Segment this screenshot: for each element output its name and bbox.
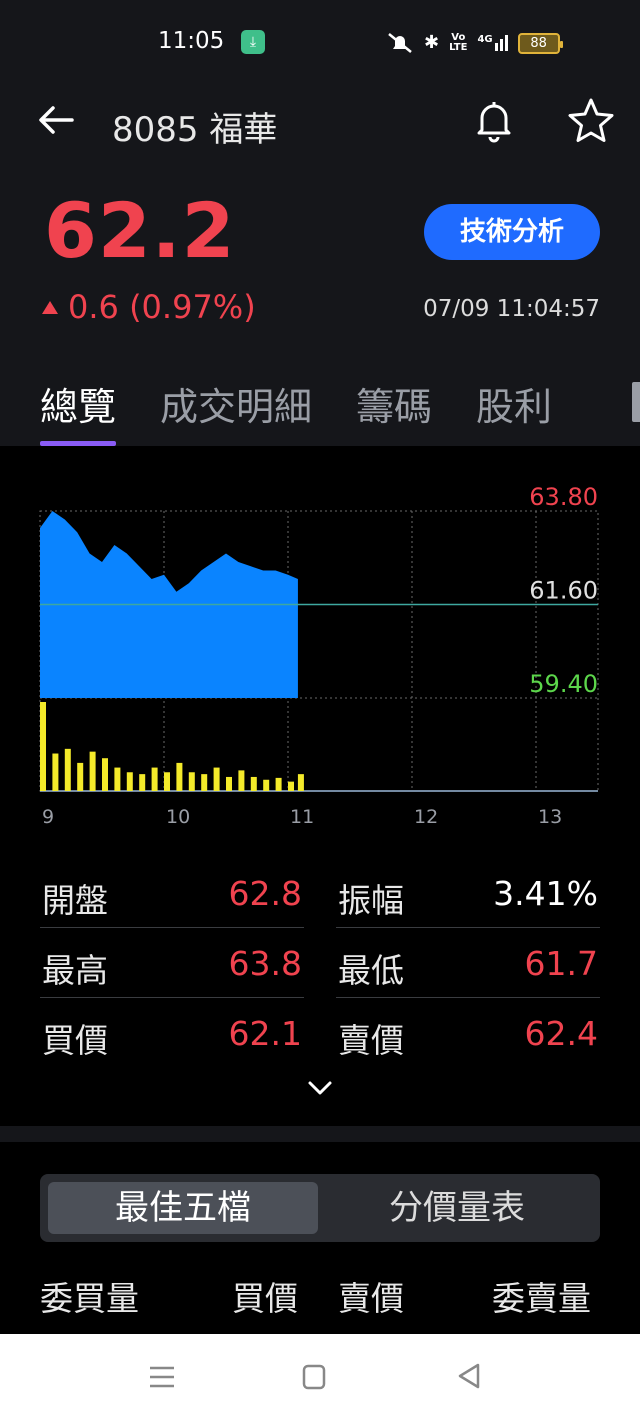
x-tick-label: 11 (290, 806, 314, 828)
x-tick-label: 10 (166, 806, 190, 828)
volume-bar (114, 767, 121, 791)
volume-bar (288, 781, 294, 791)
bid-price-header: 買價 (232, 1279, 298, 1318)
y-tick-label: 61.60 (529, 577, 598, 605)
bluetooth-icon: ✱ (424, 32, 440, 53)
star-icon[interactable] (566, 96, 616, 144)
volume-bar (89, 751, 96, 791)
volume-bar (275, 777, 282, 791)
bid-qty-header: 委買量 (40, 1279, 139, 1318)
chevron-down-icon[interactable] (306, 1076, 334, 1100)
volte-indicator: Vo LTE (449, 32, 468, 53)
x-tick-label: 13 (538, 806, 562, 828)
price-change: 0.6 (0.97%) (42, 288, 256, 326)
technical-analysis-button[interactable]: 技術分析 (424, 204, 600, 260)
tab-bar: 總覽 成交明細 籌碼 股利 (40, 376, 552, 446)
signal-icon: 4G (477, 35, 508, 51)
y-tick-label: 63.80 (529, 483, 598, 511)
up-triangle-icon (42, 300, 58, 314)
back-triangle-icon[interactable] (456, 1362, 482, 1390)
volume-bar (263, 779, 270, 791)
amplitude-value: 3.41% (493, 874, 598, 913)
stat-open: 開盤 62.8 (40, 862, 304, 928)
quote-timestamp: 07/09 11:04:57 (423, 296, 600, 322)
volume-bar (139, 774, 146, 791)
price-volume-tab[interactable]: 分價量表 (322, 1182, 592, 1234)
stat-bid: 買價 62.1 (42, 1014, 302, 1060)
volume-bar (176, 762, 183, 791)
volume-bar (151, 767, 158, 791)
stock-header: 8085 福華 62.2 0.6 (0.97%) 技術分析 07/09 11:0… (0, 86, 640, 446)
mute-bell-icon (388, 33, 412, 53)
volume-bar (164, 772, 170, 791)
tab-trade-details[interactable]: 成交明細 (160, 376, 312, 446)
volume-bar (102, 758, 108, 791)
system-nav-bar (0, 1334, 640, 1422)
volume-bar (297, 774, 304, 791)
low-value: 61.7 (524, 944, 598, 983)
tab-overview[interactable]: 總覽 (40, 376, 117, 446)
orderbook-segment-control: 最佳五檔 分價量表 (40, 1174, 600, 1242)
x-tick-label: 9 (42, 806, 54, 828)
high-value: 63.8 (228, 944, 302, 983)
current-price: 62.2 (44, 186, 236, 275)
volume-bar (238, 770, 245, 791)
volume-bar (52, 753, 59, 791)
stock-title: 8085 福華 (112, 110, 278, 150)
home-icon[interactable] (302, 1364, 326, 1390)
tab-chips[interactable]: 籌碼 (356, 376, 432, 446)
recent-apps-icon[interactable] (148, 1364, 176, 1390)
bid-value: 62.1 (228, 1014, 302, 1053)
volume-bar (126, 772, 133, 791)
stat-low: 最低 61.7 (336, 932, 600, 998)
ask-value: 62.4 (524, 1014, 598, 1053)
volume-bar (213, 767, 220, 791)
status-icons: ✱ Vo LTE 4G 88 (386, 28, 563, 58)
tab-dividend[interactable]: 股利 (476, 376, 552, 446)
tab-overflow-edge (632, 382, 640, 422)
x-tick-label: 12 (414, 806, 438, 828)
section-divider (0, 1126, 640, 1142)
ask-price-header: 賣價 (338, 1279, 404, 1318)
volume-bar (40, 702, 46, 791)
volume-bar (226, 776, 232, 791)
bell-icon[interactable] (470, 96, 518, 144)
volume-bar (250, 776, 257, 791)
battery-icon: 88 (517, 32, 563, 54)
status-bar: 11:05 ⤓ ✱ Vo LTE 4G 88 (0, 0, 640, 86)
back-arrow-icon[interactable] (36, 100, 76, 140)
y-tick-label: 59.40 (529, 670, 598, 698)
stat-high: 最高 63.8 (40, 932, 304, 998)
price-change-value: 0.6 (0.97%) (68, 288, 256, 326)
volume-bar (64, 748, 71, 791)
intraday-chart[interactable]: 63.80 61.60 59.40 9 10 11 12 13 (0, 446, 640, 846)
best-five-tab[interactable]: 最佳五檔 (48, 1182, 318, 1234)
volume-bar (77, 762, 84, 791)
open-value: 62.8 (228, 874, 302, 913)
ask-qty-header: 委賣量 (492, 1279, 591, 1318)
stat-amplitude: 振幅 3.41% (336, 862, 600, 928)
volume-bar (201, 774, 208, 791)
volume-bar (188, 772, 195, 791)
clock: 11:05 (158, 28, 225, 54)
stat-ask: 賣價 62.4 (338, 1014, 598, 1060)
download-icon: ⤓ (241, 30, 265, 54)
